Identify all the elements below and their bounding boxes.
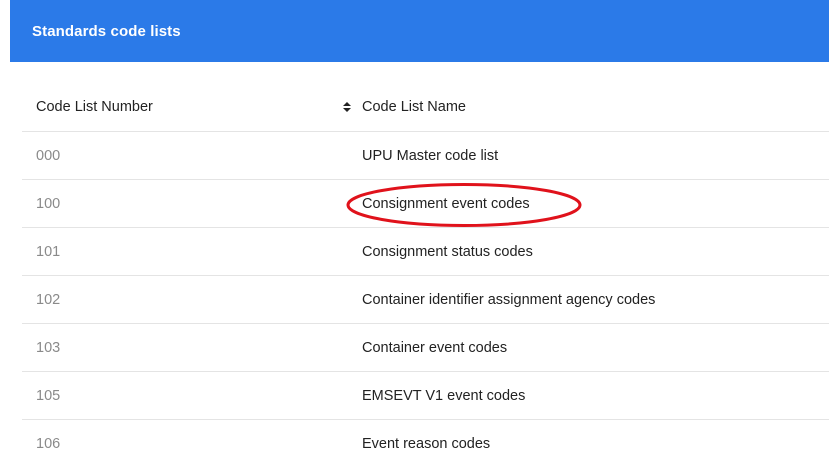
code-list-number: 106 — [36, 436, 61, 452]
code-list-table: Code List Number Code List Name 000 UPU … — [22, 83, 829, 462]
code-list-name-link[interactable]: UPU Master code list — [362, 132, 498, 179]
table-row[interactable]: 101 Consignment status codes — [22, 228, 829, 276]
code-list-name-link[interactable]: EMSEVT V1 event codes — [362, 372, 525, 419]
code-list-number: 105 — [36, 387, 61, 404]
table-row[interactable]: 100 Consignment event codes — [22, 180, 829, 228]
panel-title: Standards code lists — [32, 22, 181, 40]
table-row[interactable]: 102 Container identifier assignment agen… — [22, 276, 829, 324]
panel-header: Standards code lists — [10, 0, 829, 62]
table-row[interactable]: 103 Container event codes — [22, 324, 829, 372]
code-list-number: 102 — [36, 291, 61, 308]
page: Standards code lists Code List Number Co… — [0, 0, 829, 462]
table-row[interactable]: 000 UPU Master code list — [22, 132, 829, 180]
column-header-code-list-number[interactable]: Code List Number — [36, 83, 153, 131]
code-list-name-link[interactable]: Container identifier assignment agency c… — [362, 276, 655, 323]
code-list-name-link[interactable]: Consignment status codes — [362, 228, 533, 275]
code-list-name-link[interactable]: Consignment event codes — [362, 180, 530, 227]
table-row[interactable]: 106 Event reason codes — [22, 420, 829, 462]
code-list-number: 000 — [36, 147, 61, 164]
code-list-name-link[interactable]: Event reason codes — [362, 420, 490, 462]
code-list-name-link[interactable]: Container event codes — [362, 324, 507, 371]
code-list-number: 100 — [36, 195, 61, 212]
table-row[interactable]: 105 EMSEVT V1 event codes — [22, 372, 829, 420]
code-list-number: 103 — [36, 339, 61, 356]
table-header-row: Code List Number Code List Name — [22, 83, 829, 132]
sort-icon[interactable] — [341, 83, 353, 131]
column-header-code-list-name[interactable]: Code List Name — [362, 83, 466, 131]
code-list-number: 101 — [36, 243, 61, 260]
